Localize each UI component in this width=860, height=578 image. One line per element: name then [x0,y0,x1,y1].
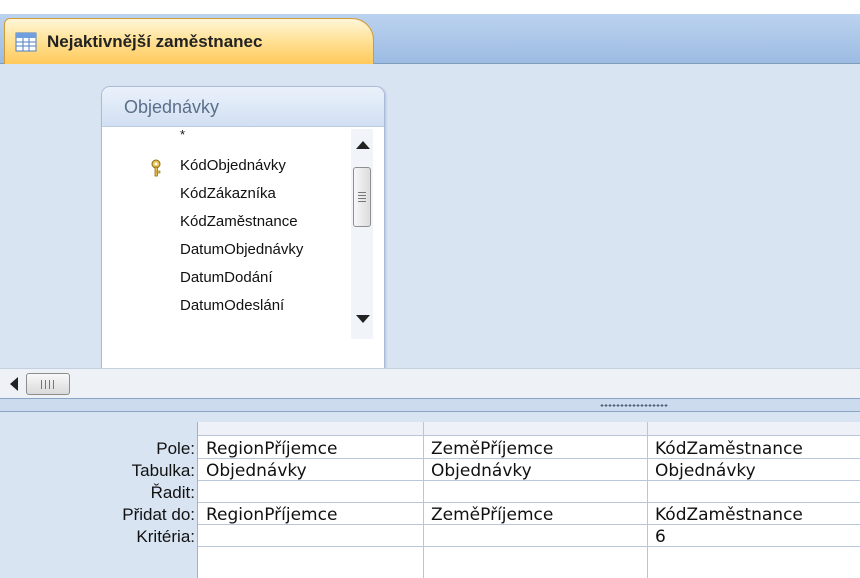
grid-cell-table-1[interactable]: Objednávky [206,461,307,481]
field-label: DatumOdeslání [180,297,285,314]
field-item-kodobjednavky[interactable]: KódObjednávky [118,157,348,179]
field-list-vertical-scrollbar[interactable] [351,129,373,339]
grid-cell-table-2[interactable]: Objednávky [431,461,532,481]
document-tab-bar: Nejaktivnější zaměstnanec [0,14,860,64]
row-label-append-to: Přidat do: [122,505,195,524]
field-item-datumdodani[interactable]: DatumDodání [118,269,348,291]
scroll-up-arrow-icon[interactable] [356,141,370,149]
grid-cell-field-2[interactable]: ZeměPříjemce [431,439,553,459]
grid-cell-field-3[interactable]: KódZaměstnance [655,439,803,459]
vertical-scroll-thumb[interactable] [353,167,371,227]
grid-cell-table-3[interactable]: Objednávky [655,461,756,481]
grid-cell-criteria-3[interactable]: 6 [655,527,666,547]
field-item-kodzakaznika[interactable]: KódZákazníka [118,185,348,207]
field-label: KódObjednávky [180,157,286,174]
column-selector-strip[interactable] [198,422,860,436]
field-list: * KódObjednávky KódZákazníka KódZaměstna… [118,127,348,337]
grid-cell-append-to-2[interactable]: ZeměPříjemce [431,505,553,525]
field-item-datumobjednavky[interactable]: DatumObjednávky [118,241,348,263]
field-label: DatumDodání [180,269,273,286]
query-design-icon [15,32,37,52]
scroll-left-arrow-icon[interactable] [10,377,18,391]
design-pane-horizontal-scrollbar[interactable] [0,368,860,398]
grid-cell-append-to-1[interactable]: RegionPříjemce [206,505,337,525]
tab-title: Nejaktivnější zaměstnanec [47,31,263,51]
horizontal-scroll-thumb[interactable] [26,373,70,395]
splitter-grip-icon[interactable] [600,404,668,407]
row-label-field: Pole: [156,439,195,458]
field-label: KódZaměstnance [180,213,298,230]
row-label-sort: Řadit: [150,483,195,502]
grid-cell-append-to-3[interactable]: KódZaměstnance [655,505,803,525]
grid-cell-field-1[interactable]: RegionPříjemce [206,439,337,459]
tab-nejaktivnejsi-zamestnanec[interactable]: Nejaktivnější zaměstnanec [4,18,374,64]
row-label-table: Tabulka: [131,461,195,480]
field-label: DatumObjednávky [180,241,304,258]
pane-splitter[interactable] [0,398,860,412]
primary-key-icon [150,159,164,177]
clipped-text-strip [0,0,860,14]
scroll-down-arrow-icon[interactable] [356,315,370,323]
field-item-all[interactable]: * [118,129,348,151]
field-label: KódZákazníka [180,185,276,202]
field-item-datumodeslani[interactable]: DatumOdeslání [118,297,348,319]
query-design-pane: Objednávky * KódObjednávky KódZákazníka [0,64,860,376]
table-box-title[interactable]: Objednávky [102,87,384,127]
field-label: * [180,129,186,142]
design-grid-table: RegionPříjemce Objednávky RegionPříjemce… [197,422,860,578]
table-field-list-objednavky[interactable]: Objednávky * KódObjednávky KódZákazníka [101,86,385,376]
row-label-criteria: Kritéria: [136,527,195,546]
query-design-grid: Pole: Tabulka: Řadit: Přidat do: Kritéri… [0,412,860,578]
field-item-kodzamestnance[interactable]: KódZaměstnance [118,213,348,235]
